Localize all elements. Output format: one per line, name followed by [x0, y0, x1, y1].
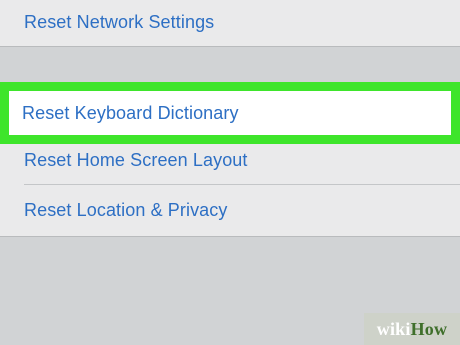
reset-home-screen-layout-row[interactable]: Reset Home Screen Layout	[0, 144, 460, 186]
reset-network-settings-row[interactable]: Reset Network Settings	[0, 0, 460, 47]
watermark-wiki-text: wiki	[376, 318, 411, 339]
reset-keyboard-dictionary-label: Reset Keyboard Dictionary	[22, 103, 239, 123]
reset-keyboard-dictionary-row[interactable]: Reset Keyboard Dictionary	[9, 91, 451, 135]
reset-options-group: Reset Home Screen Layout Reset Location …	[0, 144, 460, 237]
row-divider	[24, 184, 460, 185]
reset-network-settings-label: Reset Network Settings	[24, 12, 215, 32]
reset-home-screen-layout-label: Reset Home Screen Layout	[24, 150, 248, 170]
watermark-how-text: How	[410, 318, 448, 339]
wikihow-watermark: wiki How	[364, 313, 460, 345]
reset-location-privacy-label: Reset Location & Privacy	[24, 200, 228, 220]
highlight-frame: Reset Keyboard Dictionary	[0, 82, 460, 144]
